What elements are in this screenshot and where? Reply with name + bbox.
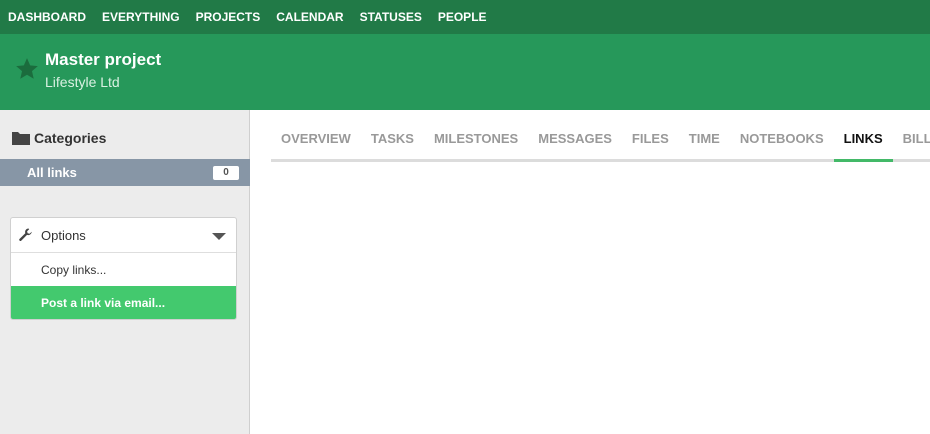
- project-title[interactable]: Master project: [45, 50, 161, 70]
- project-company[interactable]: Lifestyle Ltd: [45, 74, 120, 90]
- nav-calendar[interactable]: CALENDAR: [276, 10, 343, 24]
- project-tabs: OVERVIEW TASKS MILESTONES MESSAGES FILES…: [271, 118, 930, 162]
- options-title: Options: [41, 227, 86, 243]
- options-panel: Options Copy links... Post a link via em…: [10, 217, 237, 320]
- star-icon[interactable]: [14, 56, 40, 82]
- all-links-label: All links: [27, 165, 77, 180]
- nav-dashboard[interactable]: DASHBOARD: [8, 10, 86, 24]
- top-navigation: DASHBOARD EVERYTHING PROJECTS CALENDAR S…: [0, 0, 930, 34]
- nav-statuses[interactable]: STATUSES: [360, 10, 422, 24]
- tab-milestones[interactable]: MILESTONES: [424, 118, 528, 159]
- category-all-links[interactable]: All links 0: [0, 159, 250, 186]
- tab-notebooks[interactable]: NOTEBOOKS: [730, 118, 834, 159]
- tab-billing[interactable]: BILLING: [893, 118, 930, 159]
- tab-links[interactable]: LINKS: [833, 118, 893, 162]
- tab-files[interactable]: FILES: [622, 118, 679, 159]
- folder-icon: [12, 132, 30, 145]
- post-link-via-email-option[interactable]: Post a link via email...: [11, 286, 236, 319]
- tab-tasks[interactable]: TASKS: [361, 118, 424, 159]
- sidebar: Categories All links 0 Options Copy link…: [0, 110, 250, 434]
- all-links-count-badge: 0: [213, 166, 239, 180]
- tab-overview[interactable]: OVERVIEW: [271, 118, 361, 159]
- copy-links-option[interactable]: Copy links...: [11, 253, 236, 286]
- categories-title: Categories: [34, 130, 107, 146]
- tab-time[interactable]: TIME: [679, 118, 730, 159]
- project-header: Master project Lifestyle Ltd: [0, 34, 930, 110]
- nav-projects[interactable]: PROJECTS: [196, 10, 261, 24]
- nav-everything[interactable]: EVERYTHING: [102, 10, 180, 24]
- categories-heading: Categories: [12, 130, 106, 146]
- wrench-icon: [19, 228, 32, 241]
- caret-down-icon: [212, 233, 226, 240]
- nav-people[interactable]: PEOPLE: [438, 10, 487, 24]
- options-toggle[interactable]: Options: [11, 218, 236, 253]
- tab-messages[interactable]: MESSAGES: [528, 118, 622, 159]
